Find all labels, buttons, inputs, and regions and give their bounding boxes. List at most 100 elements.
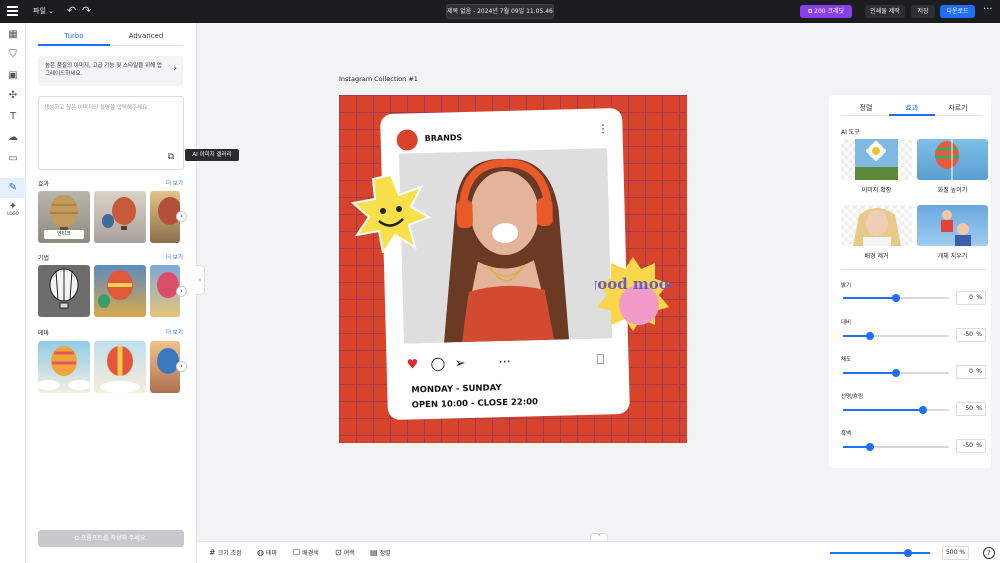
theme-button[interactable]: ◍ 테마 <box>257 548 277 557</box>
theme-thumb-1[interactable] <box>38 341 90 393</box>
expand-image-tool[interactable] <box>841 139 912 180</box>
effect-thumb-1[interactable]: 엔티크 <box>38 191 90 243</box>
print-order-button[interactable]: 인쇄물 제작 <box>865 5 905 18</box>
grayscale-input[interactable]: -50% <box>956 439 986 453</box>
sharpness-slider[interactable] <box>843 406 949 414</box>
theme-thumb-2[interactable] <box>94 341 146 393</box>
template-icon[interactable]: ▦ <box>7 29 19 41</box>
effect-tag: 엔티크 <box>44 230 84 239</box>
bottom-toolbar: # 크기 조정 ◍ 테마 ☐ 배경색 ⊡ 여백 ▤ 정렬 500 % ? <box>197 541 1000 563</box>
active-tab-indicator <box>38 44 110 46</box>
contrast-input[interactable]: -50% <box>956 328 986 342</box>
gallery-tooltip: AI 이미지 갤러리 <box>185 149 239 161</box>
active-tab-indicator <box>889 114 935 116</box>
woman-with-headphones-image <box>399 148 612 344</box>
align-icon: ▤ <box>370 548 378 557</box>
more-link-theme[interactable]: 더 보기 <box>166 328 183 336</box>
margin-button[interactable]: ⊡ 여백 <box>335 548 355 557</box>
tab-effect[interactable]: 효과 <box>889 103 935 113</box>
post-actions: ♥ ◯ ➢ ··· ⎕ <box>406 352 614 375</box>
gallery-icon[interactable]: ⧉ <box>165 151 177 163</box>
section-title-theme: 테마 <box>38 330 50 337</box>
technique-thumb-1[interactable] <box>38 265 90 317</box>
good-mood-sticker[interactable]: good mood <box>595 255 671 331</box>
balloon-image <box>38 346 90 390</box>
chevron-right-icon[interactable]: › <box>176 361 187 372</box>
technique-thumb-2[interactable] <box>94 265 146 317</box>
prompt-input[interactable]: 생성하고 싶은 이미지의 설명을 입력해주세요. ⧉ <box>38 96 184 170</box>
generate-button[interactable]: ⧉ 프롬프트를 작성해 주세요. <box>38 530 184 547</box>
elements-icon[interactable]: ✣ <box>7 90 19 102</box>
tool-rail: ▦ ⛉ ▣ ✣ T ☁ ▭ ✎ ✦ LOGO <box>0 23 26 563</box>
zoom-slider[interactable] <box>830 549 930 557</box>
tab-advanced[interactable]: Advanced <box>110 32 182 40</box>
chevron-right-icon[interactable]: › <box>176 286 187 297</box>
hash-icon: # <box>209 548 216 557</box>
more-link-technique[interactable]: 더 보기 <box>166 253 183 261</box>
upload-icon[interactable]: ☁ <box>7 132 19 144</box>
file-menu[interactable]: 파일 ⌄ <box>33 6 54 16</box>
saturation-label: 채도 <box>841 357 852 363</box>
design-artboard[interactable]: BRANDS ⋮ ♥ ◯ ➢ ··· ⎕ MONDAY - SUNDAY OPE… <box>339 95 687 443</box>
brightness-label: 밝기 <box>841 283 852 289</box>
help-icon[interactable]: ? <box>983 547 995 559</box>
balloon-image <box>100 346 140 393</box>
folder-icon[interactable]: ▭ <box>7 153 19 165</box>
heart-icon: ♥ <box>406 357 419 373</box>
grayscale-slider[interactable] <box>843 443 949 451</box>
logo-label: LOGO <box>7 211 19 216</box>
image-icon[interactable]: ▣ <box>7 70 19 82</box>
instagram-post-card[interactable]: BRANDS ⋮ ♥ ◯ ➢ ··· ⎕ MONDAY - SUNDAY OPE… <box>380 107 630 421</box>
resize-button[interactable]: # 크기 조정 <box>209 548 242 557</box>
hours-line-2: OPEN 10:00 - CLOSE 22:00 <box>411 397 539 411</box>
align-button[interactable]: ▤ 정렬 <box>370 548 391 557</box>
more-link-effect[interactable]: 더 보기 <box>166 179 183 187</box>
document-title[interactable]: 제목 없음 - 2024년 7월 09일 11.05.46 <box>446 4 554 19</box>
brand-avatar <box>396 129 418 151</box>
remove-background-label: 배경 제거 <box>864 253 889 260</box>
tab-turbo[interactable]: Turbo <box>38 32 110 40</box>
daisy-image <box>855 139 898 180</box>
tab-crop[interactable]: 자르기 <box>935 103 981 113</box>
background-color-button[interactable]: ☐ 배경색 <box>293 548 319 557</box>
erase-object-tool[interactable] <box>917 205 988 246</box>
smiley-sticker[interactable] <box>351 173 431 253</box>
credit-button[interactable]: ⧉ 200 크레딧 <box>800 5 852 18</box>
erase-object-label: 개체 지우기 <box>937 253 968 260</box>
text-icon[interactable]: T <box>7 111 19 123</box>
saturation-slider[interactable] <box>843 369 949 377</box>
grayscale-label: 흑백 <box>841 431 852 437</box>
chevron-right-icon[interactable]: › <box>176 211 187 222</box>
menu-icon[interactable] <box>7 6 18 16</box>
family-image <box>941 210 971 246</box>
contrast-slider[interactable] <box>843 332 949 340</box>
balloon-image <box>49 268 79 309</box>
sharpness-input[interactable]: 50% <box>956 402 986 416</box>
chevron-right-icon: › <box>173 64 177 74</box>
tab-align[interactable]: 정렬 <box>843 103 889 113</box>
brand-icon[interactable]: ⛉ <box>7 49 19 61</box>
brightness-input[interactable]: 0% <box>956 291 986 305</box>
upscale-tool[interactable] <box>917 139 988 180</box>
palette-icon: ◍ <box>257 548 264 557</box>
margin-icon: ⊡ <box>335 548 342 557</box>
download-button[interactable]: 다운로드 <box>940 5 975 18</box>
save-button[interactable]: 저장 <box>911 5 935 18</box>
redo-icon[interactable]: ↷ <box>82 4 91 17</box>
brightness-slider[interactable] <box>843 294 949 302</box>
collapse-panel-handle[interactable]: ‹ <box>196 265 205 295</box>
zoom-slider-knob[interactable] <box>904 549 912 557</box>
prompt-placeholder: 생성하고 싶은 이미지의 설명을 입력해주세요. <box>44 105 149 111</box>
undo-icon[interactable]: ↶ <box>67 4 76 17</box>
page-title: Instagram Collection #1 <box>339 75 418 83</box>
ai-image-icon[interactable]: ✎ <box>0 178 26 198</box>
upgrade-banner[interactable]: 높은 품질의 이미지, 고급 기능 및 스타일을 위해 업그레이드하세요. › <box>38 56 183 86</box>
zoom-input[interactable]: 500 % <box>942 546 969 560</box>
saturation-input[interactable]: 0% <box>956 365 986 379</box>
more-options-icon[interactable]: ··· <box>983 4 993 15</box>
sticker-text: good mood <box>595 275 671 293</box>
remove-background-tool[interactable] <box>841 205 912 246</box>
post-photo[interactable] <box>399 148 612 344</box>
top-bar: 파일 ⌄ ↶ ↷ 제목 없음 - 2024년 7월 09일 11.05.46 ⧉… <box>0 0 1000 23</box>
effect-thumb-2[interactable] <box>94 191 146 243</box>
